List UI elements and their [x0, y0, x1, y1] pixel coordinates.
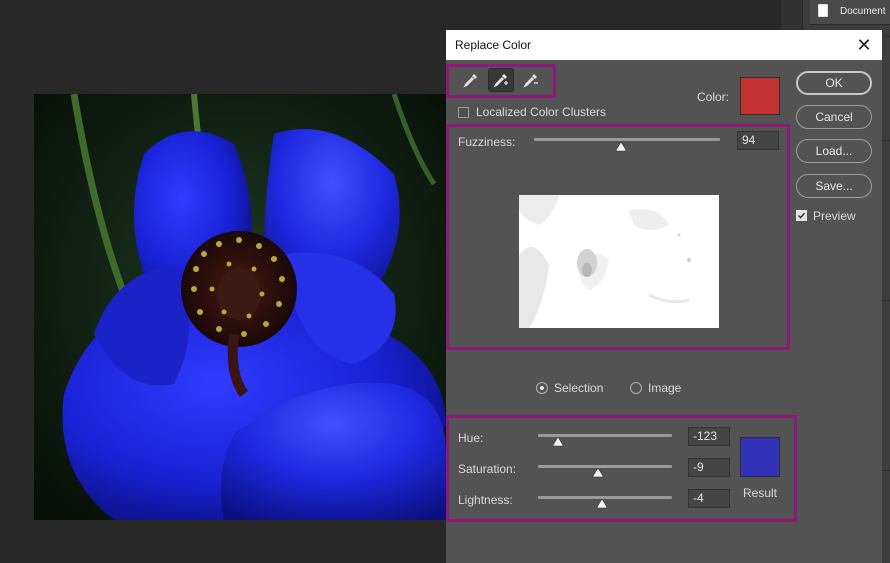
fuzziness-slider-track[interactable]	[534, 138, 720, 141]
checkmark-icon	[797, 212, 806, 219]
load-button[interactable]: Load...	[796, 139, 872, 163]
blue-poppy-image	[34, 94, 446, 520]
selection-mask-image	[519, 195, 719, 328]
fuzziness-input[interactable]: 94	[737, 131, 779, 150]
poppy-photo	[34, 94, 446, 520]
result-swatch[interactable]	[740, 437, 780, 477]
hue-label: Hue:	[458, 431, 484, 445]
document-tab[interactable]: Document	[810, 0, 890, 25]
lightness-input[interactable]: -4	[688, 489, 730, 508]
color-label: Color:	[697, 90, 730, 104]
preview-checkbox[interactable]	[796, 210, 807, 221]
document-tab-label: Document	[840, 6, 886, 17]
cancel-button[interactable]: Cancel	[796, 105, 872, 129]
color-swatch[interactable]	[740, 77, 780, 115]
selection-radio-label: Selection	[554, 381, 604, 395]
image-radio-label: Image	[648, 381, 682, 395]
dialog-titlebar: Replace Color ✕	[446, 30, 882, 60]
preview-label: Preview	[813, 209, 856, 223]
saturation-slider-track[interactable]	[538, 465, 672, 468]
lightness-label: Lightness:	[458, 493, 513, 507]
result-label: Result	[743, 486, 778, 500]
eyedropper-plus-icon	[493, 74, 508, 88]
eyedropper-minus-icon	[523, 74, 538, 88]
eyedropper-button[interactable]	[458, 68, 484, 92]
saturation-input[interactable]: -9	[688, 458, 730, 477]
document-icon	[818, 4, 828, 17]
hue-input[interactable]: -123	[688, 427, 730, 446]
selection-preview	[519, 195, 719, 328]
selection-radio[interactable]	[536, 382, 548, 394]
fuzziness-label: Fuzziness:	[458, 135, 516, 149]
save-button[interactable]: Save...	[796, 174, 872, 198]
eyedropper-add-button[interactable]	[488, 68, 514, 92]
localized-clusters-checkbox[interactable]	[458, 107, 469, 118]
saturation-label: Saturation:	[458, 462, 517, 476]
eyedropper-subtract-button[interactable]	[518, 68, 544, 92]
eyedropper-icon	[463, 74, 477, 88]
localized-clusters-label: Localized Color Clusters	[476, 105, 607, 119]
dialog-title: Replace Color	[455, 38, 532, 52]
image-radio[interactable]	[630, 382, 642, 394]
ok-button[interactable]: OK	[796, 71, 872, 95]
replace-color-dialog: Replace Color ✕ Color: Localized Color C…	[446, 30, 882, 563]
close-icon[interactable]: ✕	[853, 34, 875, 56]
radio-dot	[540, 386, 544, 390]
